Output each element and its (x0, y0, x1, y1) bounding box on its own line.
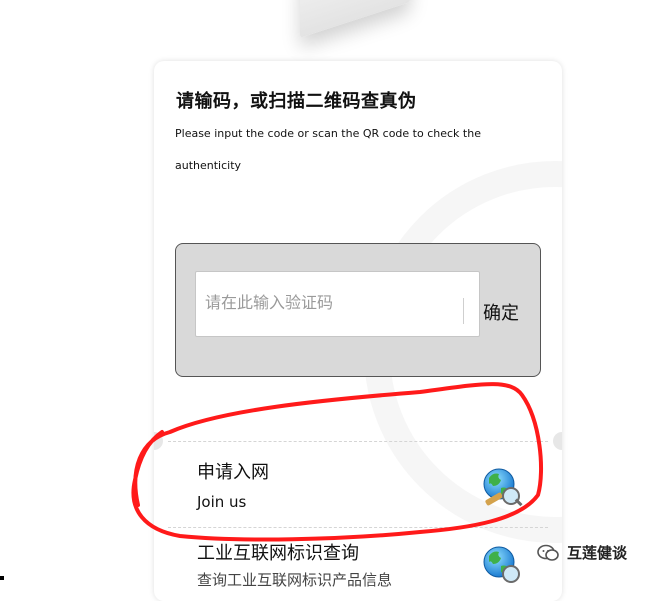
page-title: 请输码，或扫描二维码查真伪 (176, 91, 417, 112)
dashed-divider (168, 527, 548, 528)
ticket-notch-right (553, 432, 562, 450)
brand-name: 互莲健谈 (567, 544, 628, 562)
ticket-notch-left (154, 432, 163, 450)
option-join-us[interactable]: 申请入网 Join us (154, 432, 562, 529)
option-subtitle: Join us (197, 493, 247, 511)
globe-search-icon (483, 546, 520, 583)
confirm-button[interactable]: 确定 (483, 299, 519, 325)
edge-mark (0, 576, 4, 580)
wechat-icon (537, 544, 559, 561)
option-title: 工业互联网标识查询 (197, 543, 359, 564)
brand-watermark: 互莲健谈 (537, 542, 627, 563)
input-divider (463, 298, 464, 324)
dashed-divider (168, 441, 548, 442)
globe-search-icon (483, 468, 523, 507)
option-identifier-query[interactable]: 工业互联网标识查询 查询工业互联网标识产品信息 (154, 527, 562, 601)
code-entry-panel: 确定 (175, 243, 541, 377)
option-title: 申请入网 (197, 462, 269, 483)
top-decorative-box (300, 0, 410, 38)
verification-card: 请输码，或扫描二维码查真伪 Please input the code or s… (154, 61, 562, 601)
verification-code-input[interactable] (195, 271, 480, 337)
page-subtitle: Please input the code or scan the QR cod… (175, 127, 481, 172)
